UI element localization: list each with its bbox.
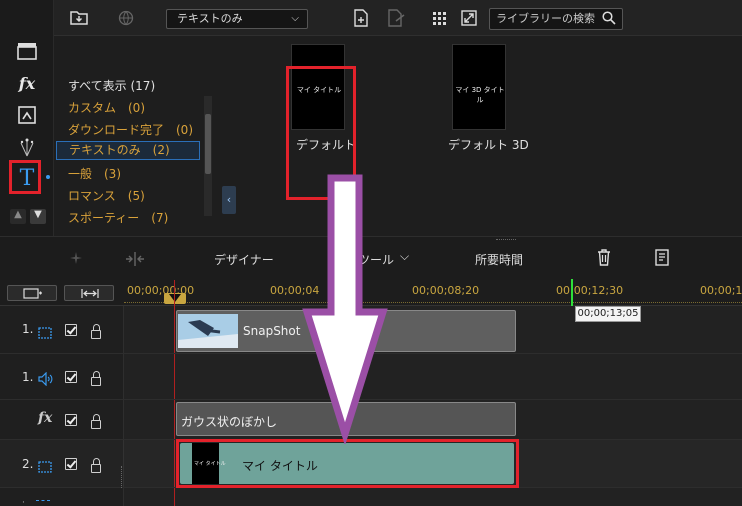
library-search-input[interactable]: ライブラリーの検索 (489, 8, 623, 30)
trash-icon[interactable] (597, 249, 611, 270)
effect-track-icon: fx (38, 410, 53, 426)
clip-thumbnail (178, 314, 238, 348)
drop-position-marker (571, 279, 573, 307)
ruler-tick: 00;00;1 (700, 284, 742, 297)
category-filter-dropdown[interactable]: テキストのみ ⌵ (166, 9, 308, 29)
lock-icon[interactable] (91, 458, 101, 473)
playhead-handle[interactable] (164, 293, 186, 304)
next-track-number: · (22, 498, 25, 506)
template-thumbnail-default-3d[interactable]: マイ 3D タイトル (452, 44, 506, 130)
room-tabs: fx T ▲ ▼ (0, 0, 54, 236)
scrollbar-thumb[interactable] (205, 114, 211, 174)
import-icon[interactable] (70, 9, 88, 29)
expand-icon[interactable] (461, 10, 477, 30)
new-title-template-icon[interactable] (353, 9, 369, 31)
title-room-icon[interactable]: T (14, 165, 40, 191)
category-list: すべて表示 (17) カスタム (0) ダウンロード完了 (0) テキストのみ … (56, 36, 216, 234)
download-content-icon[interactable] (118, 10, 134, 30)
active-indicator (46, 175, 50, 179)
library-toolbar: テキストのみ ⌵ ライブラリーの検索 (54, 0, 742, 36)
lock-icon[interactable] (91, 414, 101, 429)
track-enable-checkbox[interactable] (65, 458, 77, 470)
chevron-down-icon[interactable]: ⌵ (400, 249, 409, 264)
title-clip-highlight-box (176, 439, 519, 488)
pip-room-icon[interactable] (14, 102, 40, 128)
category-scrollbar[interactable] (204, 96, 212, 216)
track-number: 1. (22, 370, 34, 384)
thumbnail-text: マイ 3D タイトル (455, 86, 505, 104)
lock-icon[interactable] (91, 324, 101, 339)
grid-view-icon[interactable] (433, 11, 447, 30)
particle-room-icon[interactable] (14, 134, 40, 160)
modify-template-icon[interactable] (387, 9, 405, 31)
track-number: 2. (22, 457, 34, 471)
ruler-tick: 00;00;08;20 (412, 284, 480, 297)
clip-label: SnapShot (243, 324, 301, 338)
search-icon[interactable] (602, 11, 616, 32)
template-label-default-3d: デフォルト 3D (448, 138, 529, 152)
next-track-icon (36, 500, 50, 506)
magic-tools-icon[interactable] (68, 251, 84, 271)
track-enable-checkbox[interactable] (65, 324, 77, 336)
scroll-up-button[interactable]: ▲ (10, 209, 26, 224)
duration-button[interactable]: 所要時間 (475, 251, 523, 268)
drag-arrow-icon (302, 174, 388, 444)
resize-grip[interactable] (496, 239, 516, 242)
category-downloaded[interactable]: ダウンロード完了 (0) (68, 121, 193, 138)
category-text-only[interactable]: テキストのみ (2) (56, 141, 200, 160)
media-room-icon[interactable] (14, 38, 40, 64)
category-custom[interactable]: カスタム (0) (68, 99, 145, 116)
category-general[interactable]: 一般 (3) (68, 165, 121, 182)
search-placeholder: ライブラリーの検索 (496, 12, 595, 25)
header-resize-grip[interactable] (121, 466, 124, 488)
dropdown-value: テキストのみ (177, 12, 243, 25)
ruler-tick: 00;00;12;30 (556, 284, 624, 297)
playhead-triangle-icon (169, 294, 181, 302)
track-number: 1. (22, 322, 34, 336)
lock-icon[interactable] (91, 371, 101, 386)
video-track-icon (38, 324, 52, 343)
track-manager-button[interactable] (7, 285, 57, 301)
video-track-icon (38, 458, 52, 477)
fit-timeline-button[interactable] (64, 285, 114, 301)
track-enable-checkbox[interactable] (65, 371, 77, 383)
category-sporty[interactable]: スポーティー (7) (68, 209, 168, 226)
audio-track-icon (38, 371, 54, 390)
collapse-panel-button[interactable]: ‹ (222, 186, 236, 214)
designer-button[interactable]: デザイナー (214, 251, 274, 268)
fx-room-icon[interactable]: fx (14, 70, 40, 96)
split-icon[interactable] (124, 251, 146, 271)
clip-label: ガウス状のぼかし (181, 415, 278, 429)
category-romance[interactable]: ロマンス (5) (68, 187, 145, 204)
chevron-down-icon: ⌵ (291, 13, 299, 24)
scroll-down-button[interactable]: ▼ (30, 209, 46, 224)
clip-properties-icon[interactable] (654, 249, 670, 270)
timecode-tooltip: 00;00;13;05 (575, 306, 641, 322)
track-enable-checkbox[interactable] (65, 414, 77, 426)
category-all[interactable]: すべて表示 (17) (68, 77, 155, 94)
